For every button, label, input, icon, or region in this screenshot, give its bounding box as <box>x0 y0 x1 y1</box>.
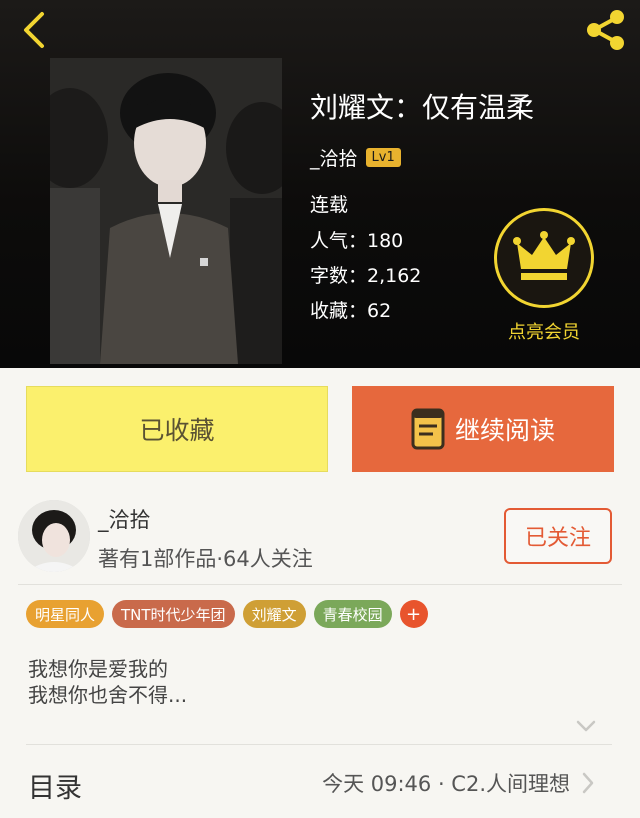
divider <box>26 744 612 745</box>
author-line: _洽拾 Lv1 <box>310 144 401 170</box>
tag-chip[interactable]: TNT时代少年团 <box>112 600 235 628</box>
synopsis-line: 我想你也舍不得... <box>28 683 188 707</box>
serial-status: 连载 <box>310 194 349 216</box>
favorited-button[interactable]: 已收藏 <box>26 386 328 472</box>
favorited-label: 已收藏 <box>139 416 215 445</box>
author-name[interactable]: _洽拾 <box>310 144 358 171</box>
tag-chip[interactable]: 明星同人 <box>26 600 105 628</box>
book-header: 刘耀文：仅有温柔 _洽拾 Lv1 连载 人气：180 字数：2,162 收藏：6… <box>0 0 640 368</box>
continue-reading-button[interactable]: 继续阅读 <box>352 386 614 472</box>
book-icon <box>411 408 445 450</box>
author-row-meta: 著有1部作品·64人关注 <box>98 547 313 571</box>
share-icon[interactable] <box>580 8 628 52</box>
synopsis-line: 我想你是爱我的 <box>28 657 168 681</box>
vip-label[interactable]: 点亮会员 <box>500 318 588 344</box>
back-icon[interactable] <box>14 8 54 52</box>
author-row-name[interactable]: _洽拾 <box>98 504 151 534</box>
followed-button[interactable]: 已关注 <box>504 508 612 564</box>
table-of-contents-row[interactable]: 目录 今天 09:46 · C2.人间理想 <box>0 746 640 818</box>
chevron-down-icon[interactable] <box>574 718 598 734</box>
tag-list: 明星同人 TNT时代少年团 刘耀文 青春校园 + <box>26 600 428 628</box>
favorites-stat: 收藏：62 <box>310 300 392 322</box>
book-cover-image[interactable] <box>50 58 282 364</box>
tag-chip[interactable]: 青春校园 <box>313 600 392 628</box>
latest-chapter: 今天 09:46 · C2.人间理想 <box>322 772 570 796</box>
toc-label: 目录 <box>28 773 82 804</box>
word-count-stat: 字数：2,162 <box>310 265 422 287</box>
continue-reading-label: 继续阅读 <box>454 416 555 445</box>
chevron-right-icon <box>580 770 596 796</box>
level-badge: Lv1 <box>365 147 401 167</box>
vip-button[interactable] <box>494 208 594 308</box>
author-avatar[interactable] <box>18 500 90 572</box>
book-title: 刘耀文：仅有温柔 <box>310 91 535 124</box>
tag-chip[interactable]: 刘耀文 <box>242 600 306 628</box>
popularity-stat: 人气：180 <box>310 230 404 252</box>
synopsis[interactable]: 我想你是爱我的 我想你也舍不得... <box>28 656 187 708</box>
divider <box>18 584 622 585</box>
crown-icon <box>513 231 575 280</box>
followed-label: 已关注 <box>524 526 591 551</box>
add-tag-button[interactable]: + <box>399 600 428 628</box>
